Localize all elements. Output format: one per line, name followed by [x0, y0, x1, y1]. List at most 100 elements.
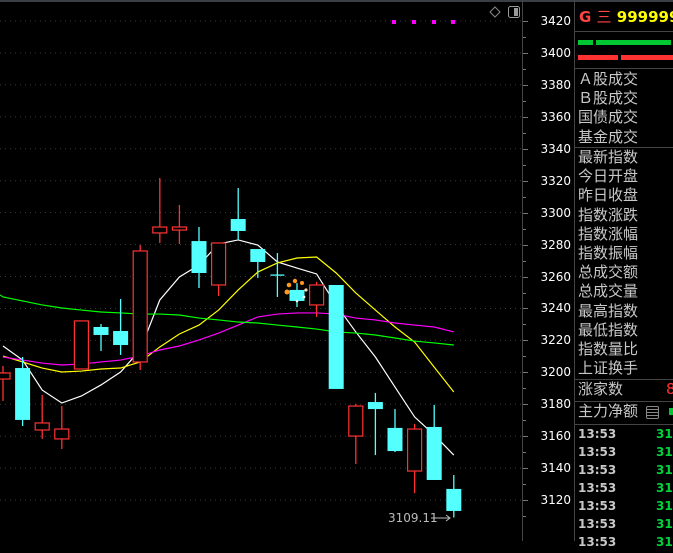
candle-body [191, 241, 207, 274]
candle-body [132, 250, 148, 363]
quote-label: 上证换手 [578, 359, 639, 378]
quote-label: 最低指数 [578, 320, 639, 339]
candle[interactable] [93, 323, 109, 351]
tick-row[interactable]: 13:53 31 [578, 481, 673, 499]
candle-body [15, 368, 31, 420]
axis-tick [523, 21, 528, 22]
candle[interactable] [270, 253, 285, 297]
candle-body [0, 372, 11, 380]
candle-body [328, 284, 344, 389]
quote-label: Ａ股成交 [578, 70, 639, 88]
candle[interactable] [152, 177, 168, 243]
tick-value: 31 [656, 499, 673, 513]
candle[interactable] [348, 403, 364, 465]
candle[interactable] [0, 365, 11, 401]
candle[interactable] [289, 283, 305, 308]
axis-tick-label: 3260 [540, 269, 571, 284]
axis-tick-label: 3340 [540, 141, 571, 156]
candle-body [34, 422, 50, 431]
net-indicator [669, 408, 673, 415]
candle[interactable] [446, 475, 462, 518]
quote-label: 基金成交 [578, 127, 639, 146]
axis-minor-tick [523, 292, 526, 294]
quote-label: Ｂ股成交 [578, 89, 639, 108]
quote-panel: G 三 999999 上 Ａ股成交Ｂ股成交国债成交基金成交最新指数今日开盘昨日收… [574, 0, 673, 549]
axis-tick-label: 3280 [540, 237, 571, 252]
axis-tick-label: 3140 [540, 461, 571, 476]
tick-time: 13:53 [578, 481, 617, 495]
candle[interactable] [387, 409, 403, 453]
tick-row[interactable]: 13:53 31 [578, 445, 673, 463]
candle[interactable] [54, 406, 70, 449]
candle[interactable] [309, 281, 325, 317]
rise-count-value: 8 [666, 380, 673, 398]
tick-row[interactable]: 13:53 31 [578, 517, 673, 535]
tick-value: 31 [656, 427, 673, 441]
axis-minor-tick [523, 388, 526, 390]
candle-body [407, 428, 423, 472]
axis-tick [523, 148, 528, 150]
panel-header: G 三 999999 上 [579, 6, 673, 27]
candle[interactable] [34, 395, 50, 439]
menu-icon[interactable]: 三 [597, 8, 612, 26]
diamond-icon[interactable] [489, 6, 501, 18]
candle-body [152, 226, 168, 234]
candle-body [73, 320, 90, 370]
candle[interactable] [367, 392, 383, 456]
candle[interactable] [250, 249, 266, 278]
tick-time: 13:53 [578, 427, 617, 441]
tick-time: 13:53 [578, 463, 617, 477]
axis-tick-label: 3180 [540, 397, 571, 412]
panel-toggle-icon[interactable] [508, 6, 520, 18]
axis-tick [523, 308, 528, 310]
axis-tick-label: 3400 [540, 45, 571, 60]
tick-row[interactable]: 13:53 31 [578, 463, 673, 481]
main-net-label: 主力净额 [578, 402, 639, 420]
candle-body [426, 426, 442, 480]
tick-value: 31 [656, 463, 673, 477]
axis-minor-tick [523, 452, 526, 454]
axis-minor-tick [523, 324, 526, 326]
candle-body [171, 226, 187, 231]
axis-minor-tick [523, 68, 526, 70]
candle[interactable] [132, 245, 148, 370]
quote-label: 国债成交 [578, 108, 639, 127]
quote-label: 昨日收盘 [578, 186, 639, 205]
candle[interactable] [328, 284, 344, 389]
tick-row[interactable]: 13:53 31 [578, 427, 673, 445]
tick-value: 31 [656, 517, 673, 531]
volume-bar-green [578, 40, 593, 45]
candle[interactable] [211, 242, 227, 297]
candle[interactable] [407, 423, 423, 494]
moving-average-lines [0, 239, 455, 456]
low-price-label: 3109.11 [388, 511, 438, 525]
candle[interactable] [230, 188, 246, 240]
quote-label: 今日开盘 [578, 167, 639, 186]
candles [0, 177, 462, 518]
tick-time: 13:53 [578, 535, 617, 549]
candle[interactable] [171, 204, 187, 244]
candle[interactable] [73, 320, 90, 370]
index-code: 999999 [616, 8, 673, 26]
list-icon[interactable] [646, 406, 659, 419]
candle[interactable] [191, 227, 207, 289]
low-price-annotation: 3109.11 [388, 511, 451, 525]
axis-minor-tick [523, 164, 526, 166]
ma5-line [2, 239, 455, 456]
axis-tick [523, 436, 528, 438]
quote-label: 最新指数 [578, 148, 639, 166]
axis-minor-tick [523, 484, 526, 486]
candle[interactable] [426, 404, 442, 480]
signal-marker [392, 20, 396, 24]
signal-marker [412, 20, 416, 24]
axis-tick [523, 372, 528, 374]
price-axis: 3420 3400 3380 3360 3340 3320 3300 3280 3260 3240… [522, 0, 575, 541]
axis-tick-label: 3200 [540, 365, 571, 380]
tick-row[interactable]: 13:53 31 [578, 535, 673, 553]
candle-body [387, 427, 403, 452]
candlestick-chart[interactable]: 3109.11 [0, 0, 522, 541]
axis-tick-label: 3220 [540, 333, 571, 348]
axis-tick [523, 468, 528, 470]
candle[interactable] [113, 299, 129, 355]
tick-row[interactable]: 13:53 31 [578, 499, 673, 517]
